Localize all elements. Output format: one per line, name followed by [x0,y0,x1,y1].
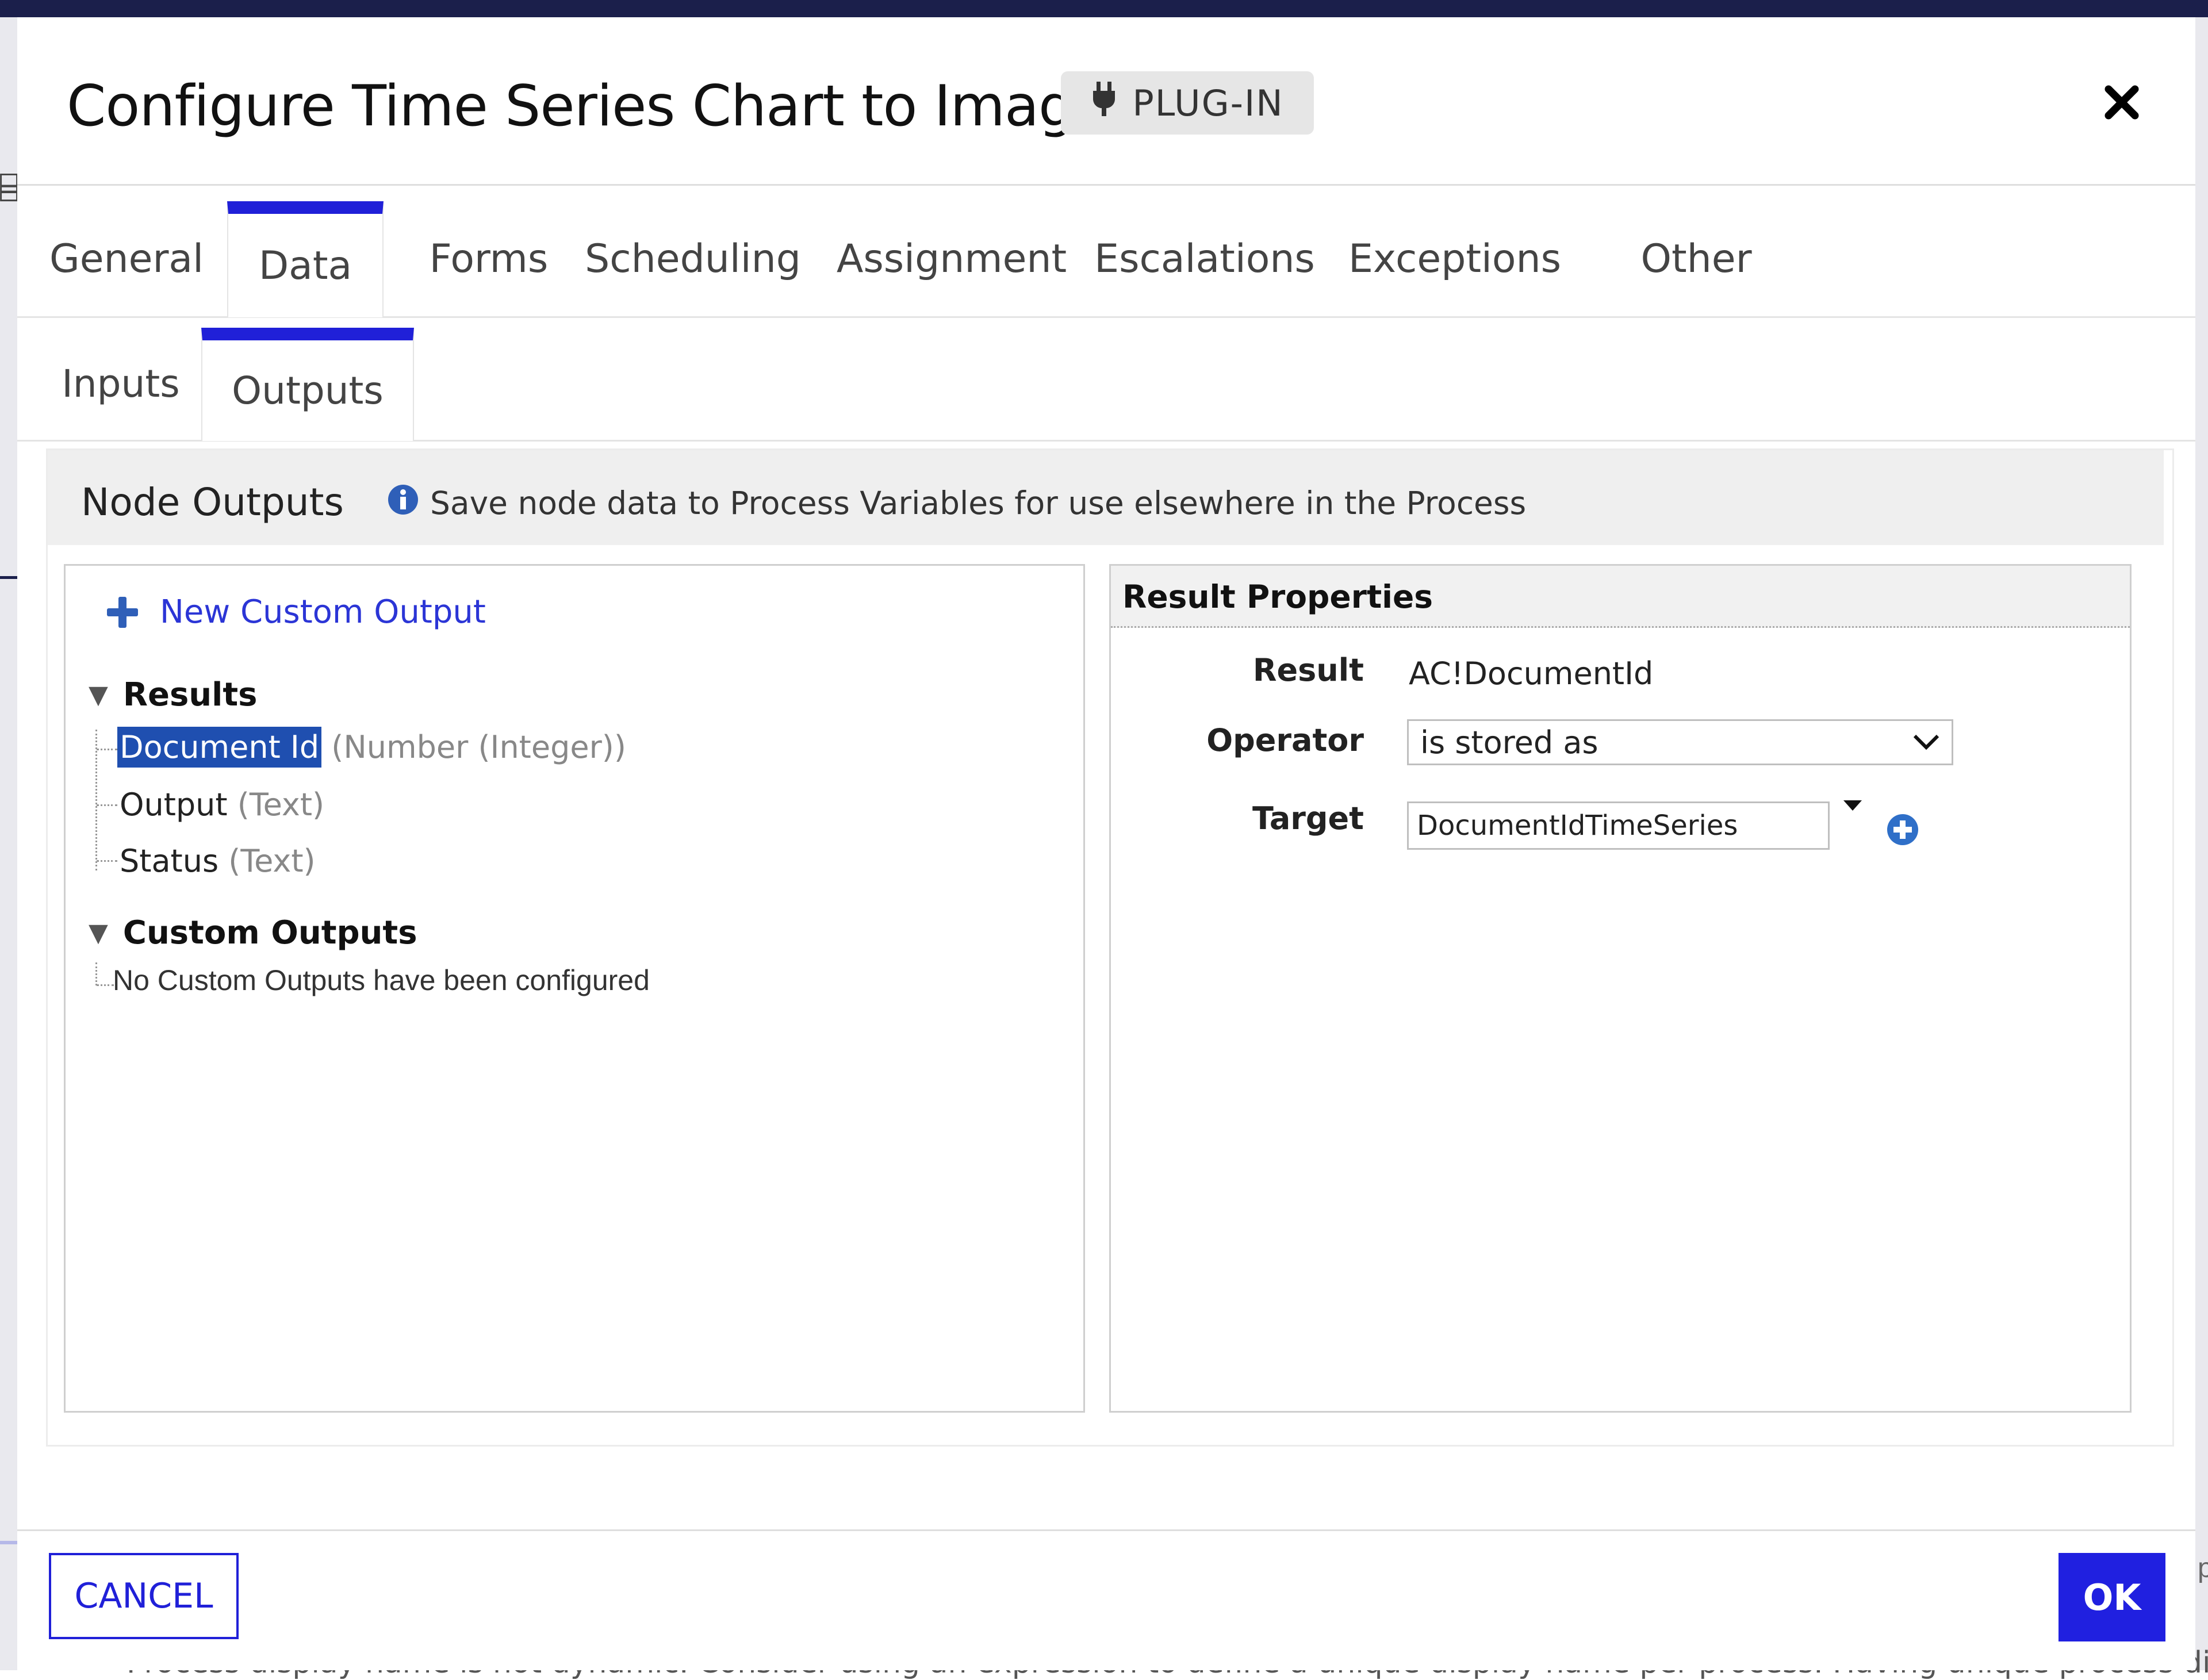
dialog-footer: CANCEL OK [17,1529,2195,1670]
custom-outputs-group-label: Custom Outputs [122,914,417,952]
tab-assignment[interactable]: Assignment [837,201,1067,316]
tab-exceptions[interactable]: Exceptions [1346,201,1564,316]
result-value: AC!DocumentId [1409,655,1654,692]
result-item-output[interactable]: Output (Text) [120,787,324,823]
results-group-label: Results [122,676,258,714]
cancel-button[interactable]: CANCEL [49,1553,239,1639]
background-left-strip [0,17,17,1670]
background-divider [0,1541,17,1544]
plugin-badge-label: PLUG-IN [1132,82,1284,124]
result-properties-header: Result Properties [1111,566,2130,628]
subtab-outputs[interactable]: Outputs [201,328,414,441]
tab-general[interactable]: General [49,201,204,316]
background-top-bar [0,0,2208,17]
result-item-name: Status [120,843,219,879]
operator-select[interactable]: is stored as [1407,719,1953,765]
new-custom-output-label: New Custom Output [160,593,486,631]
new-custom-output-link[interactable]: New Custom Output [106,593,486,631]
outputs-tree: New Custom Output ▼ Results Document Id … [64,564,1085,1413]
result-item-type: (Text) [237,787,325,823]
main-tabs: General Data Forms Scheduling Assignment… [17,201,2195,318]
result-properties-panel: Result Properties Result AC!DocumentId O… [1109,564,2132,1413]
plug-icon [1091,81,1117,125]
results-group[interactable]: ▼ Results [89,676,257,714]
close-icon [2104,85,2140,123]
ok-button[interactable]: OK [2058,1553,2165,1641]
result-item-name: Document Id [117,727,322,768]
tab-escalations[interactable]: Escalations [1094,201,1315,316]
tree-connector [97,749,117,750]
result-item-name: Output [120,787,228,823]
info-icon [388,485,418,515]
chevron-down-icon [1913,734,1939,750]
tree-connector [95,730,97,870]
tab-forms[interactable]: Forms [408,201,569,316]
configure-dialog: Configure Time Series Chart to Image PLU… [17,17,2195,1670]
caret-down-icon[interactable] [1842,798,1863,813]
custom-outputs-group[interactable]: ▼ Custom Outputs [89,914,417,952]
tree-connector [95,962,97,985]
result-item-type: (Number (Integer)) [331,729,626,765]
target-input[interactable] [1407,801,1830,850]
node-outputs-description: Save node data to Process Variables for … [430,485,1527,521]
node-outputs-panel: Node Outputs Save node data to Process V… [46,448,2174,1447]
custom-outputs-empty-message: No Custom Outputs have been configured [113,964,650,996]
tree-connector [97,984,114,986]
result-item-type: (Text) [228,843,316,879]
caret-down-icon: ▼ [89,918,108,948]
result-item-document-id[interactable]: Document Id (Number (Integer)) [117,727,626,768]
background-right-strip [2195,17,2208,1670]
dialog-title: Configure Time Series Chart to Image [67,74,1109,139]
result-item-status[interactable]: Status (Text) [120,843,316,879]
add-variable-icon[interactable] [1886,813,1919,846]
result-label: Result [1252,652,1364,688]
data-subtabs: Inputs Outputs [17,328,2195,442]
tree-connector [97,804,117,806]
target-label: Target [1252,800,1364,837]
background-grid-icon: ⌸ [0,171,18,206]
operator-select-value: is stored as [1420,724,1598,761]
node-outputs-title: Node Outputs [81,480,344,524]
subtab-inputs[interactable]: Inputs [49,328,193,440]
background-fragment-text: p [2198,1553,2208,1583]
tree-connector [97,860,117,862]
node-outputs-header: Node Outputs Save node data to Process V… [48,450,2164,545]
result-properties-title: Result Properties [1122,578,1433,615]
close-button[interactable] [2093,75,2150,132]
tab-data[interactable]: Data [227,201,384,317]
operator-label: Operator [1206,722,1364,758]
plugin-badge: PLUG-IN [1061,71,1314,135]
plus-icon [107,596,138,628]
background-divider [0,576,17,579]
caret-down-icon: ▼ [89,680,108,709]
tab-scheduling[interactable]: Scheduling [585,201,801,316]
tab-other[interactable]: Other [1621,201,1771,316]
dialog-header: Configure Time Series Chart to Image PLU… [17,17,2195,186]
